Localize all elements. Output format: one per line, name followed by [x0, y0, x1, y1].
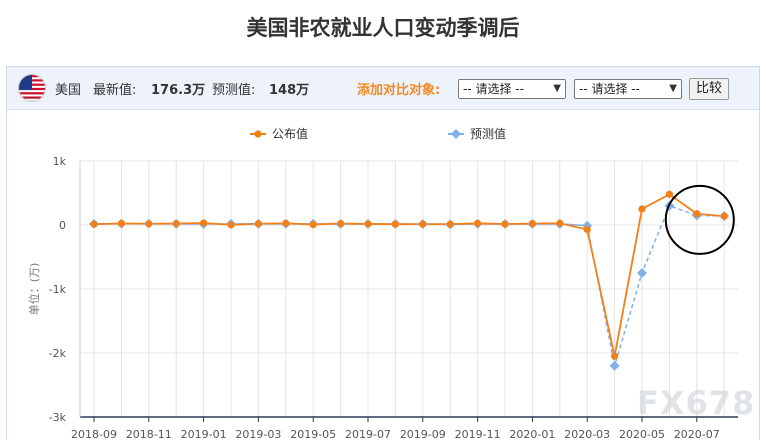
x-tick-label: 2020-05 [619, 428, 665, 440]
actual-point [556, 219, 564, 227]
actual-point [501, 220, 509, 228]
y-tick-label: -3k [49, 411, 67, 424]
x-tick-label: 2020-07 [674, 428, 720, 440]
x-tick-label: 2019-05 [290, 428, 336, 440]
y-tick-label: 1k [53, 155, 67, 168]
actual-point [446, 220, 454, 228]
actual-point [665, 190, 674, 198]
actual-point [528, 219, 537, 228]
y-tick-label: -1k [49, 283, 67, 296]
legend-actual-marker [254, 130, 262, 138]
y-axis-label: 单位：(万) [27, 263, 41, 316]
actual-point [611, 352, 619, 360]
actual-point [693, 210, 701, 218]
x-tick-label: 2019-01 [181, 428, 227, 440]
legend-layer: 公布值 预测值 [250, 126, 506, 141]
actual-point [172, 219, 180, 228]
y-tick-label: 0 [59, 219, 66, 232]
legend-actual-label: 公布值 [272, 126, 308, 141]
actual-point [145, 220, 153, 228]
actual-line [93, 193, 725, 357]
legend-forecast-marker [451, 129, 461, 139]
grid-layer [80, 160, 738, 417]
axis-layer: 1k 0 -1k -2k -3k 2018-09 2018-11 2019-01 2019-03… [27, 155, 738, 440]
x-tick-label: 2020-03 [564, 428, 610, 440]
actual-point [282, 219, 290, 227]
forecast-line-dashed [586, 204, 725, 367]
actual-point [117, 219, 125, 227]
y-tick-label: -2k [49, 347, 67, 360]
actual-point [391, 220, 399, 228]
x-tick-label: 2019-11 [455, 428, 501, 440]
actual-point [227, 221, 235, 229]
forecast-point [609, 360, 620, 371]
x-tick-label: 2019-07 [345, 428, 391, 440]
actual-point [474, 219, 482, 227]
x-tick-label: 2018-09 [71, 428, 117, 440]
actual-point [364, 220, 372, 228]
series-layer [89, 190, 730, 371]
x-tick-label: 2018-11 [126, 428, 172, 440]
actual-point [337, 219, 345, 228]
actual-point [583, 225, 591, 234]
x-tick-label: 2020-01 [509, 428, 555, 440]
actual-point [309, 220, 317, 229]
actual-point [254, 220, 262, 228]
watermark: FX678 [637, 384, 756, 422]
x-tick-label: 2019-03 [235, 428, 281, 440]
forecast-point [637, 268, 647, 278]
actual-point [90, 220, 98, 228]
actual-point [720, 212, 728, 220]
actual-point [638, 205, 646, 213]
legend-forecast-label: 预测值 [470, 126, 506, 141]
actual-point [419, 220, 427, 228]
chart-svg: 1k 0 -1k -2k -3k 2018-09 2018-11 2019-01 2019-03… [27, 126, 738, 440]
actual-point [200, 219, 208, 227]
x-tick-label: 2019-09 [400, 428, 446, 440]
